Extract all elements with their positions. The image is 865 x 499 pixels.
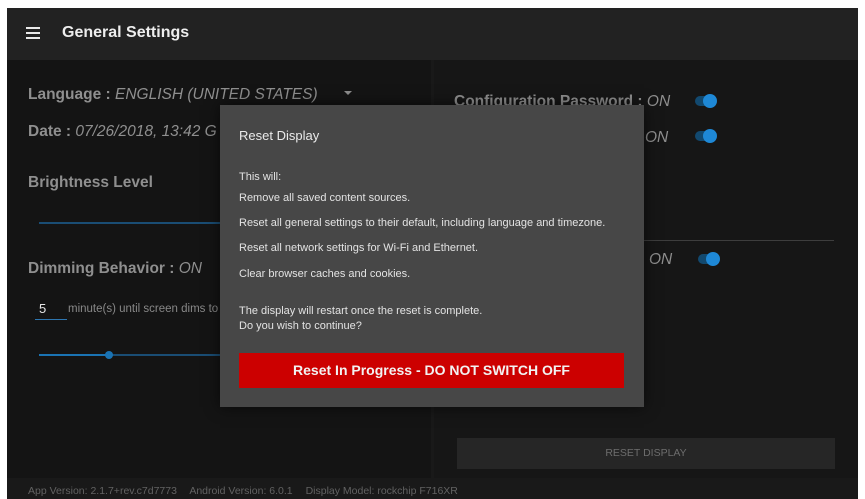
reset-display-button[interactable]: RESET DISPLAY — [457, 438, 835, 469]
android-version: Android Version: 6.0.1 — [189, 485, 293, 497]
dialog-line-clear-cache: Clear browser caches and cookies. — [239, 268, 411, 280]
page-title: General Settings — [62, 24, 190, 41]
brightness-label: Brightness Level — [28, 174, 153, 191]
date-setting[interactable]: Date : 07/26/2018, 13:42 G — [28, 123, 217, 141]
dim-slider-track[interactable] — [109, 354, 229, 356]
dialog-line-intro: This will: — [239, 171, 282, 183]
display-model: Display Model: rockchip F716XR — [305, 485, 458, 497]
app-screen: General Settings Language : ENGLISH (UNI… — [7, 8, 858, 499]
brightness-slider[interactable] — [39, 222, 229, 224]
language-value: ENGLISH (UNITED STATES) — [114, 86, 318, 103]
config-password-value: ON — [646, 93, 671, 110]
setting-row3-toggle[interactable] — [696, 252, 720, 266]
dim-minutes-text: minute(s) until screen dims to — [68, 303, 219, 315]
date-value: 07/26/2018, 13:42 G — [75, 123, 217, 140]
reset-display-dialog: Reset Display This will: Remove all save… — [220, 105, 644, 407]
dimming-setting[interactable]: Dimming Behavior : ON — [28, 260, 202, 278]
dim-slider-thumb[interactable] — [105, 351, 113, 359]
setting-row2-value: ON — [645, 129, 669, 146]
dim-minutes-input[interactable]: 5 — [35, 301, 67, 320]
dim-slider-fill[interactable] — [39, 354, 109, 356]
setting-row2-toggle[interactable] — [693, 129, 717, 143]
dialog-title: Reset Display — [239, 128, 320, 143]
footer-info: App Version: 2.1.7+rev.c7d7773 Android V… — [28, 485, 468, 497]
language-dropdown-icon[interactable] — [344, 91, 352, 95]
app-version: App Version: 2.1.7+rev.c7d7773 — [28, 485, 177, 497]
setting-row3-value: ON — [649, 251, 673, 268]
dialog-line-restart: The display will restart once the reset … — [239, 305, 483, 317]
reset-progress-button[interactable]: Reset In Progress - DO NOT SWITCH OFF — [239, 353, 624, 388]
config-password-toggle[interactable] — [693, 94, 717, 108]
dimming-label: Dimming Behavior : — [28, 260, 179, 277]
hamburger-menu-icon[interactable] — [26, 27, 40, 39]
dialog-line-continue: Do you wish to continue? — [239, 320, 362, 332]
dialog-line-reset-general: Reset all general settings to their defa… — [239, 217, 606, 229]
dialog-line-remove-sources: Remove all saved content sources. — [239, 192, 411, 204]
dimming-value: ON — [178, 260, 202, 277]
language-setting[interactable]: Language : ENGLISH (UNITED STATES) — [28, 86, 318, 104]
date-label: Date : — [28, 123, 76, 140]
top-app-bar: General Settings — [7, 8, 858, 60]
language-label: Language : — [28, 86, 115, 103]
dialog-line-reset-network: Reset all network settings for Wi-Fi and… — [239, 242, 479, 254]
